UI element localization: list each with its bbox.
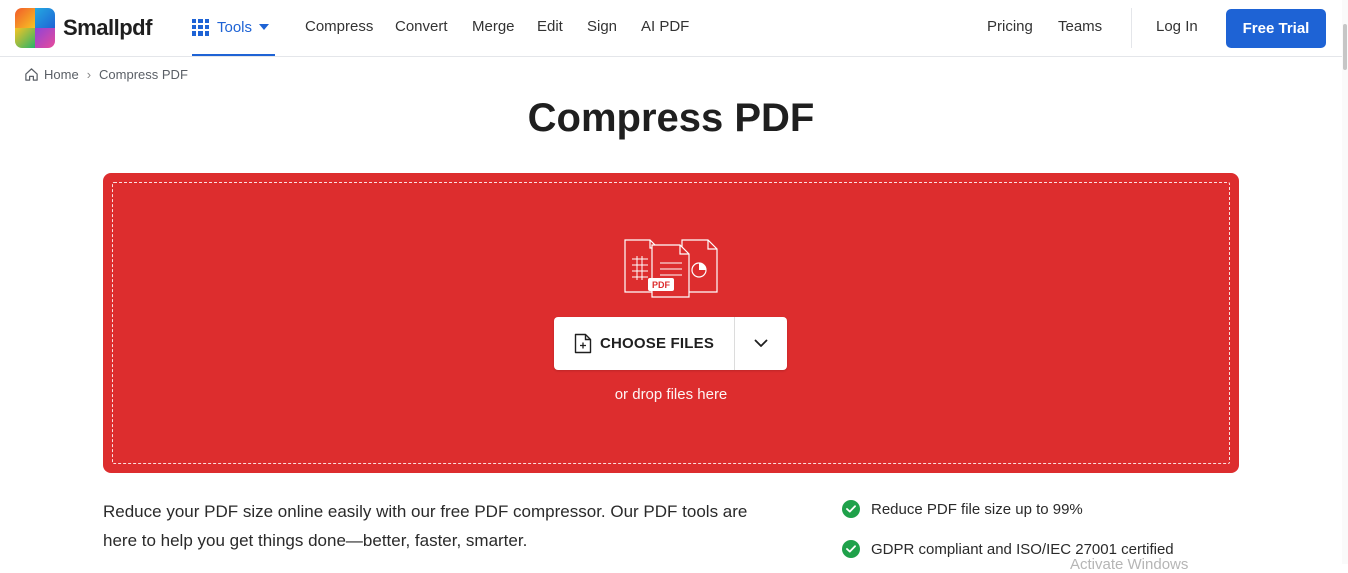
nav-link-teams[interactable]: Teams [1058, 18, 1102, 35]
choose-files-label: CHOOSE FILES [599, 335, 715, 352]
page-scrollbar[interactable] [1342, 0, 1348, 564]
feature-item: Reduce PDF file size up to 99% [842, 500, 1083, 518]
breadcrumb-home-label: Home [44, 67, 79, 82]
login-link[interactable]: Log In [1156, 18, 1198, 35]
check-circle-icon [842, 500, 860, 518]
logo-mark-icon [15, 8, 55, 48]
file-drop-zone[interactable]: PDF CHOOSE FILES or drop files here [103, 173, 1239, 473]
breadcrumb-home-link[interactable]: Home [24, 67, 79, 82]
windows-activation-watermark: Activate Windows [1070, 556, 1189, 573]
nav-link-compress[interactable]: Compress [305, 18, 373, 35]
feature-text: Reduce PDF file size up to 99% [871, 500, 1083, 518]
chevron-down-icon [754, 339, 768, 347]
grid-icon [192, 18, 209, 36]
page-title: Compress PDF [527, 96, 815, 140]
tools-menu-button[interactable]: Tools [192, 0, 275, 56]
pdf-badge-label: PDF [652, 280, 670, 290]
upload-source-dropdown-button[interactable] [735, 317, 787, 370]
breadcrumb: Home › Compress PDF [24, 67, 188, 82]
nav-link-pricing[interactable]: Pricing [987, 18, 1033, 35]
tool-description: Reduce your PDF size online easily with … [103, 502, 748, 550]
check-circle-icon [842, 540, 860, 558]
add-file-icon [574, 333, 592, 354]
breadcrumb-separator-icon: › [86, 67, 92, 82]
home-icon [25, 68, 38, 81]
nav-link-merge[interactable]: Merge [472, 18, 515, 35]
tools-label: Tools [217, 18, 253, 36]
nav-link-ai-pdf[interactable]: AI PDF [641, 18, 689, 35]
breadcrumb-current: Compress PDF [99, 67, 188, 82]
free-trial-button[interactable]: Free Trial [1226, 9, 1326, 48]
top-navigation-bar: Smallpdf Tools Compress Convert Merge Ed… [0, 0, 1342, 57]
drop-hint-text: or drop files here [614, 386, 728, 403]
caret-down-icon [259, 24, 270, 30]
nav-link-sign[interactable]: Sign [587, 18, 617, 35]
choose-files-control: CHOOSE FILES [554, 317, 787, 370]
feature-text: GDPR compliant and ISO/IEC 27001 certifi… [871, 540, 1174, 558]
header-divider [1131, 8, 1132, 48]
choose-files-button[interactable]: CHOOSE FILES [554, 317, 734, 370]
scrollbar-thumb[interactable] [1343, 24, 1347, 70]
nav-link-convert[interactable]: Convert [395, 18, 448, 35]
nav-link-edit[interactable]: Edit [537, 18, 563, 35]
brand-name: Smallpdf [63, 15, 152, 40]
smallpdf-logo[interactable]: Smallpdf [15, 8, 152, 48]
